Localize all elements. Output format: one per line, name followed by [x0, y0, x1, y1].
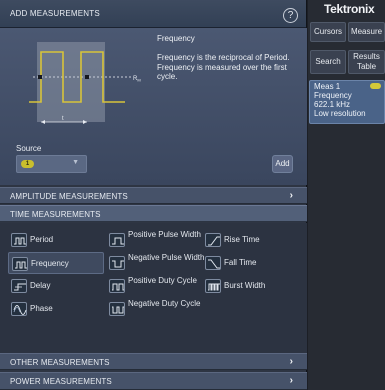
frequency-icon — [12, 257, 28, 271]
right-control-strip: Tektronix Cursors Measure Search Results… — [308, 0, 385, 390]
frequency-label: Frequency — [31, 259, 69, 268]
delay-item[interactable]: Delay — [8, 275, 100, 297]
other-measurements-section[interactable]: OTHER MEASUREMENTS › — [0, 353, 307, 370]
positive-pulse-width-item[interactable]: Positive Pulse Width — [106, 229, 201, 251]
meas-badge-note: Low resolution — [314, 109, 366, 118]
positive-duty-cycle-icon — [109, 279, 125, 293]
power-measurements-section[interactable]: POWER MEASUREMENTS › — [0, 372, 307, 390]
add-button[interactable]: Add — [272, 155, 293, 173]
search-button[interactable]: Search — [310, 50, 346, 74]
positive-pulse-width-label: Positive Pulse Width — [128, 230, 201, 239]
svg-text:RM: RM — [133, 76, 141, 83]
measurement-preview: t RM Frequency Frequency is the reciproc… — [0, 28, 307, 185]
channel-1-indicator — [370, 83, 381, 89]
source-label: Source — [16, 144, 42, 153]
fall-time-label: Fall Time — [224, 258, 257, 267]
burst-width-label: Burst Width — [224, 281, 266, 290]
rise-time-item[interactable]: Rise Time — [202, 229, 294, 251]
frequency-diagram: t RM — [29, 42, 141, 124]
tektronix-logo: Tektronix — [324, 2, 375, 16]
negative-duty-cycle-item[interactable]: Negative Duty Cycle — [106, 298, 200, 320]
negative-duty-cycle-label: Negative Duty Cycle — [128, 299, 201, 308]
meas-badge-value: 622.1 kHz — [314, 100, 351, 109]
negative-pulse-width-icon — [109, 256, 125, 270]
phase-item[interactable]: Phase — [8, 298, 100, 320]
diagram-ref-subscript: M — [137, 78, 140, 83]
section-label: TIME MEASUREMENTS — [10, 210, 101, 219]
period-icon — [11, 233, 27, 247]
chevron-right-icon: › — [289, 356, 293, 367]
negative-pulse-width-item[interactable]: Negative Pulse Width — [106, 252, 204, 274]
amplitude-measurements-section[interactable]: AMPLITUDE MEASUREMENTS › — [0, 187, 307, 204]
frequency-item[interactable]: Frequency — [8, 252, 104, 274]
panel-title: ADD MEASUREMENTS — [10, 9, 100, 18]
results-table-button[interactable]: Results Table — [348, 50, 385, 74]
source-dropdown[interactable]: 1 ▼ — [16, 155, 87, 173]
period-item[interactable]: Period — [8, 229, 100, 251]
negative-duty-cycle-icon — [109, 302, 125, 316]
phase-label: Phase — [30, 304, 53, 313]
period-label: Period — [30, 235, 54, 244]
help-icon[interactable]: ? — [283, 8, 298, 23]
positive-duty-cycle-item[interactable]: Positive Duty Cycle — [106, 275, 198, 297]
delay-icon — [11, 279, 27, 293]
section-label: POWER MEASUREMENTS — [10, 377, 112, 386]
rise-time-icon — [205, 233, 221, 247]
fall-time-icon — [205, 256, 221, 270]
negative-pulse-width-label: Negative Pulse Width — [128, 253, 205, 262]
positive-pulse-width-icon — [109, 233, 125, 247]
section-label: AMPLITUDE MEASUREMENTS — [10, 192, 128, 201]
fall-time-item[interactable]: Fall Time — [202, 252, 294, 274]
rise-time-label: Rise Time — [224, 235, 260, 244]
chevron-right-icon: › — [289, 375, 293, 386]
time-measurements-list: Period Frequency Delay Phase Positive Pu… — [0, 223, 307, 355]
chevron-down-icon: ▼ — [72, 159, 79, 166]
time-measurements-section[interactable]: TIME MEASUREMENTS — [0, 205, 307, 222]
phase-icon — [11, 302, 27, 316]
burst-width-icon — [205, 279, 221, 293]
add-measurements-panel: ADD MEASUREMENTS ? t RM Frequency Freque… — [0, 0, 307, 390]
measurement-description: Frequency is the reciprocal of Period. F… — [157, 53, 290, 81]
channel-1-chip: 1 — [21, 160, 34, 168]
burst-width-item[interactable]: Burst Width — [202, 275, 294, 297]
delay-label: Delay — [30, 281, 51, 290]
meas-badge-type: Frequency — [314, 91, 352, 100]
measurement-badge[interactable]: Meas 1 Frequency 622.1 kHz Low resolutio… — [309, 80, 385, 124]
section-label: OTHER MEASUREMENTS — [10, 358, 110, 367]
measurement-name: Frequency — [157, 34, 195, 43]
positive-duty-cycle-label: Positive Duty Cycle — [128, 276, 197, 285]
measure-button[interactable]: Measure — [348, 22, 385, 42]
cursors-button[interactable]: Cursors — [310, 22, 346, 42]
panel-header: ADD MEASUREMENTS — [0, 0, 306, 28]
chevron-right-icon: › — [289, 190, 293, 201]
